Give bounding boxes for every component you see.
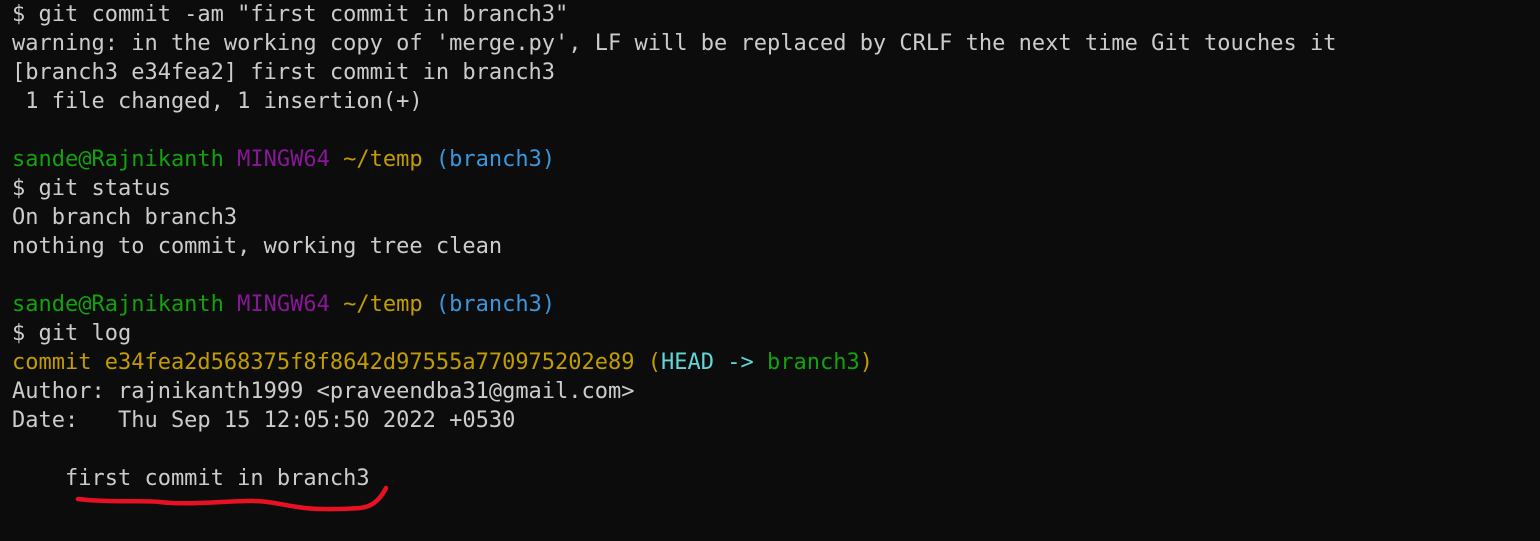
change-summary: 1 file changed, 1 insertion(+): [12, 89, 423, 114]
output-line: [branch3 e34fea2] first commit in branch…: [12, 58, 1540, 87]
output-line: warning: in the working copy of 'merge.p…: [12, 29, 1540, 58]
prompt-mingw: MINGW64: [237, 292, 330, 317]
commit-close-paren: ): [859, 350, 873, 375]
commit-branch-ref: branch3: [767, 350, 860, 375]
prompt-line: sande@Rajnikanth MINGW64 ~/temp (branch3…: [12, 290, 1540, 319]
output-line: nothing to commit, working tree clean: [12, 232, 1540, 261]
commit-hash: commit e34fea2d568375f8f8642d97555a77097…: [12, 350, 635, 375]
commit-open-paren: (: [647, 350, 662, 375]
output-line: $ git commit -am "first commit in branch…: [12, 0, 1540, 29]
prompt-user: sande@Rajnikanth: [12, 292, 224, 317]
command-log: $ git log: [12, 321, 132, 346]
prompt-mingw: MINGW64: [237, 147, 330, 172]
output-line: $ git status: [12, 174, 1540, 203]
prompt-line: sande@Rajnikanth MINGW64 ~/temp (branch3…: [12, 145, 1540, 174]
prompt-user: sande@Rajnikanth: [12, 147, 224, 172]
commit-message: first commit in branch3: [12, 466, 370, 491]
output-line: Date: Thu Sep 15 12:05:50 2022 +0530: [12, 406, 1540, 435]
output-line: $ git log: [12, 319, 1540, 348]
commit-head-ref: HEAD ->: [661, 350, 754, 375]
output-line: On branch branch3: [12, 203, 1540, 232]
output-line: first commit in branch3: [12, 464, 1540, 493]
output-line: 1 file changed, 1 insertion(+): [12, 87, 1540, 116]
command-commit: $ git commit -am "first commit in branch…: [12, 2, 569, 27]
prompt-branch: (branch3): [435, 147, 556, 172]
commit-author: Author: rajnikanth1999 <praveendba31@gma…: [12, 379, 635, 404]
prompt-branch: (branch3): [435, 292, 556, 317]
status-branch: On branch branch3: [12, 205, 238, 230]
output-line: Author: rajnikanth1999 <praveendba31@gma…: [12, 377, 1540, 406]
warning-text: warning: in the working copy of 'merge.p…: [12, 31, 1337, 56]
command-status: $ git status: [12, 176, 171, 201]
commit-line: commit e34fea2d568375f8f8642d97555a77097…: [12, 348, 1540, 377]
commit-date: Date: Thu Sep 15 12:05:50 2022 +0530: [12, 408, 516, 433]
commit-result: [branch3 e34fea2] first commit in branch…: [12, 60, 556, 85]
terminal-window[interactable]: $ git commit -am "first commit in branch…: [0, 0, 1540, 541]
prompt-path: ~/temp: [343, 292, 423, 317]
status-clean: nothing to commit, working tree clean: [12, 234, 503, 259]
prompt-path: ~/temp: [343, 147, 423, 172]
